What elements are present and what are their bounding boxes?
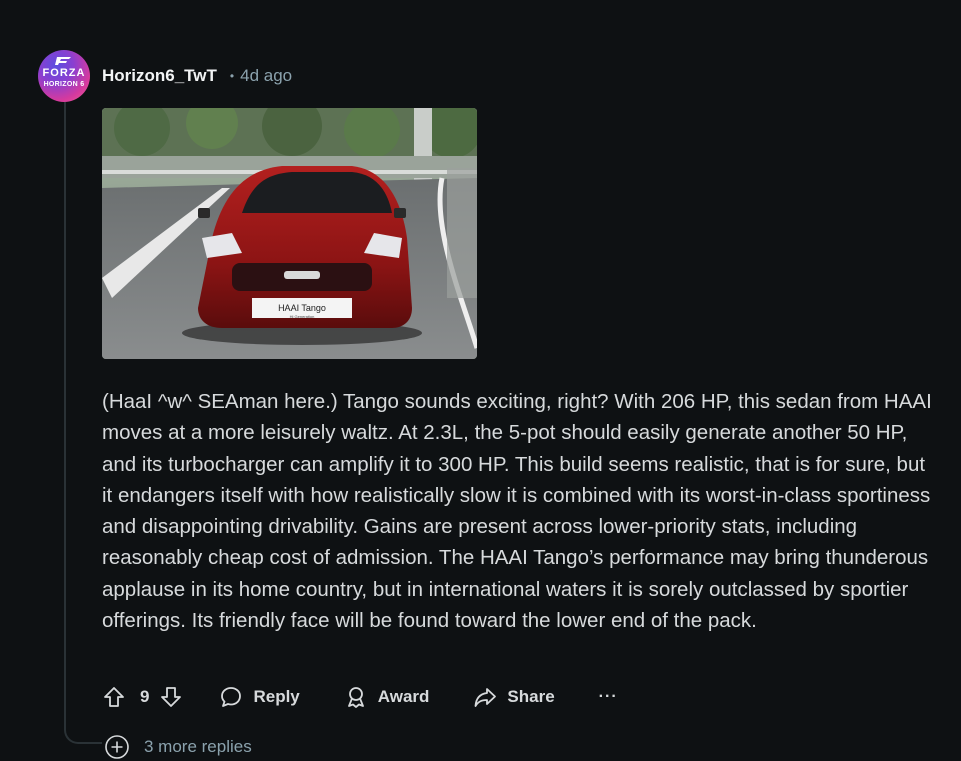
- avatar-line-1: FORZA: [42, 67, 86, 79]
- separator-dot: •: [229, 69, 235, 83]
- speech-bubble-icon: [221, 687, 242, 707]
- comment-header: Horizon6_TwT • 4d ago: [102, 64, 292, 88]
- username-link[interactable]: Horizon6_TwT: [102, 66, 217, 86]
- downvote-icon: [161, 687, 182, 707]
- car-badge-text: HAAI Tango: [278, 303, 326, 313]
- plus-circle-icon: [105, 735, 129, 759]
- comment-image[interactable]: HAAI Tango Hi Generation: [102, 108, 477, 359]
- forza-logo-icon: [54, 56, 74, 66]
- share-icon: [475, 688, 497, 707]
- more-options-button[interactable]: ···: [599, 688, 618, 706]
- more-replies-button[interactable]: 3 more replies: [104, 735, 252, 759]
- thread-line[interactable]: [64, 102, 66, 730]
- thread-connector: [64, 722, 102, 744]
- award-button[interactable]: Award: [344, 685, 430, 709]
- car-badge-subtext: Hi Generation: [290, 314, 315, 319]
- award-icon: [347, 687, 364, 708]
- more-replies-label: 3 more replies: [144, 737, 252, 756]
- reply-button[interactable]: Reply: [219, 685, 300, 709]
- reply-label: Reply: [253, 687, 300, 706]
- upvote-icon: [104, 687, 124, 707]
- award-label: Award: [377, 687, 430, 706]
- avatar-line-2: HORIZON 6: [43, 81, 85, 88]
- upvote-button[interactable]: [102, 685, 126, 709]
- avatar[interactable]: FORZA HORIZON 6: [38, 50, 90, 102]
- more-options-icon: ···: [598, 688, 618, 705]
- downvote-button[interactable]: [159, 685, 183, 709]
- comment: FORZA HORIZON 6 Horizon6_TwT • 4d ago HA…: [0, 0, 961, 761]
- comment-actions: 9 Reply Award Share ···: [102, 681, 618, 713]
- timestamp[interactable]: 4d ago: [240, 66, 292, 86]
- comment-body: (HaaI ^w^ SEAman here.) Tango sounds exc…: [102, 390, 932, 633]
- share-label: Share: [507, 687, 555, 706]
- vote-count: 9: [140, 687, 150, 706]
- share-button[interactable]: Share: [473, 685, 555, 709]
